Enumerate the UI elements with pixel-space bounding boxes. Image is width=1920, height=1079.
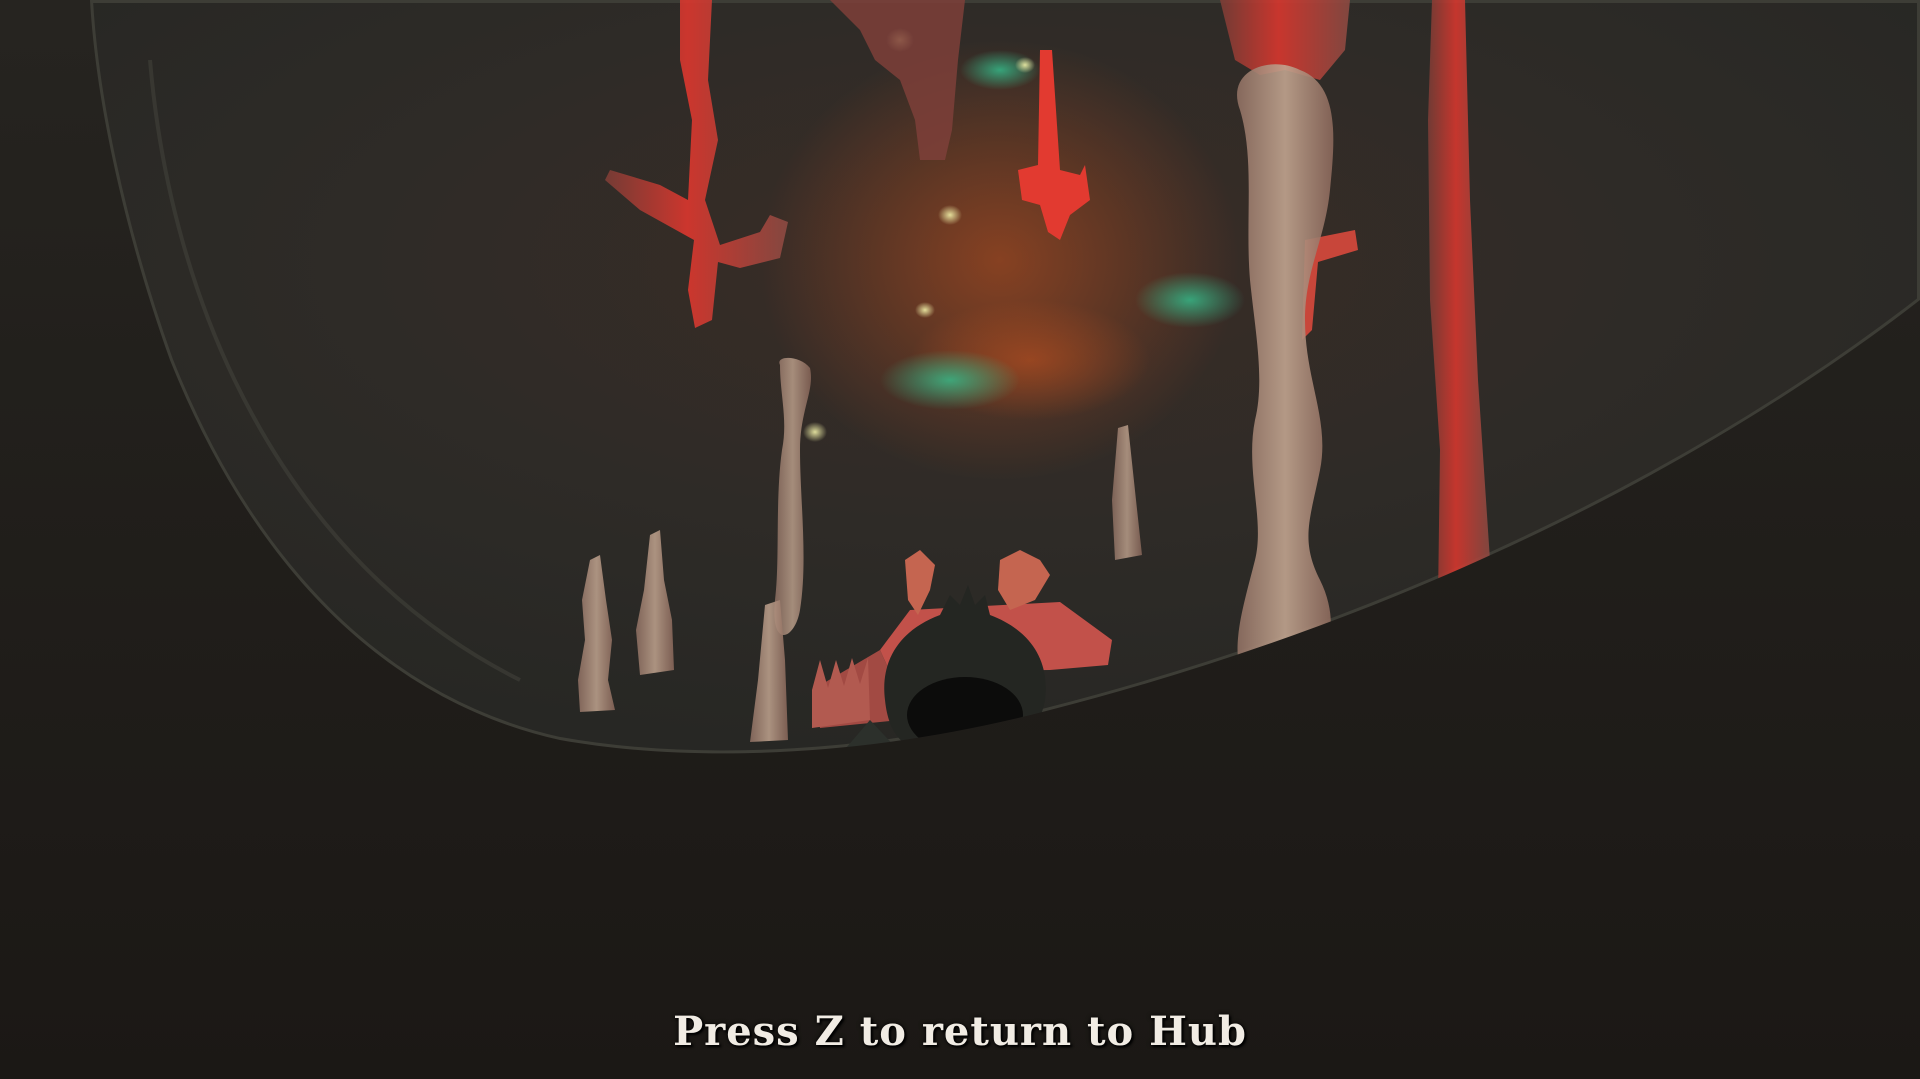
return-to-hub-prompt: Press Z to return to Hub [673,1008,1247,1055]
game-viewport: Press Z to return to Hub [0,0,1920,1079]
aquarium-scene [0,0,1920,1079]
